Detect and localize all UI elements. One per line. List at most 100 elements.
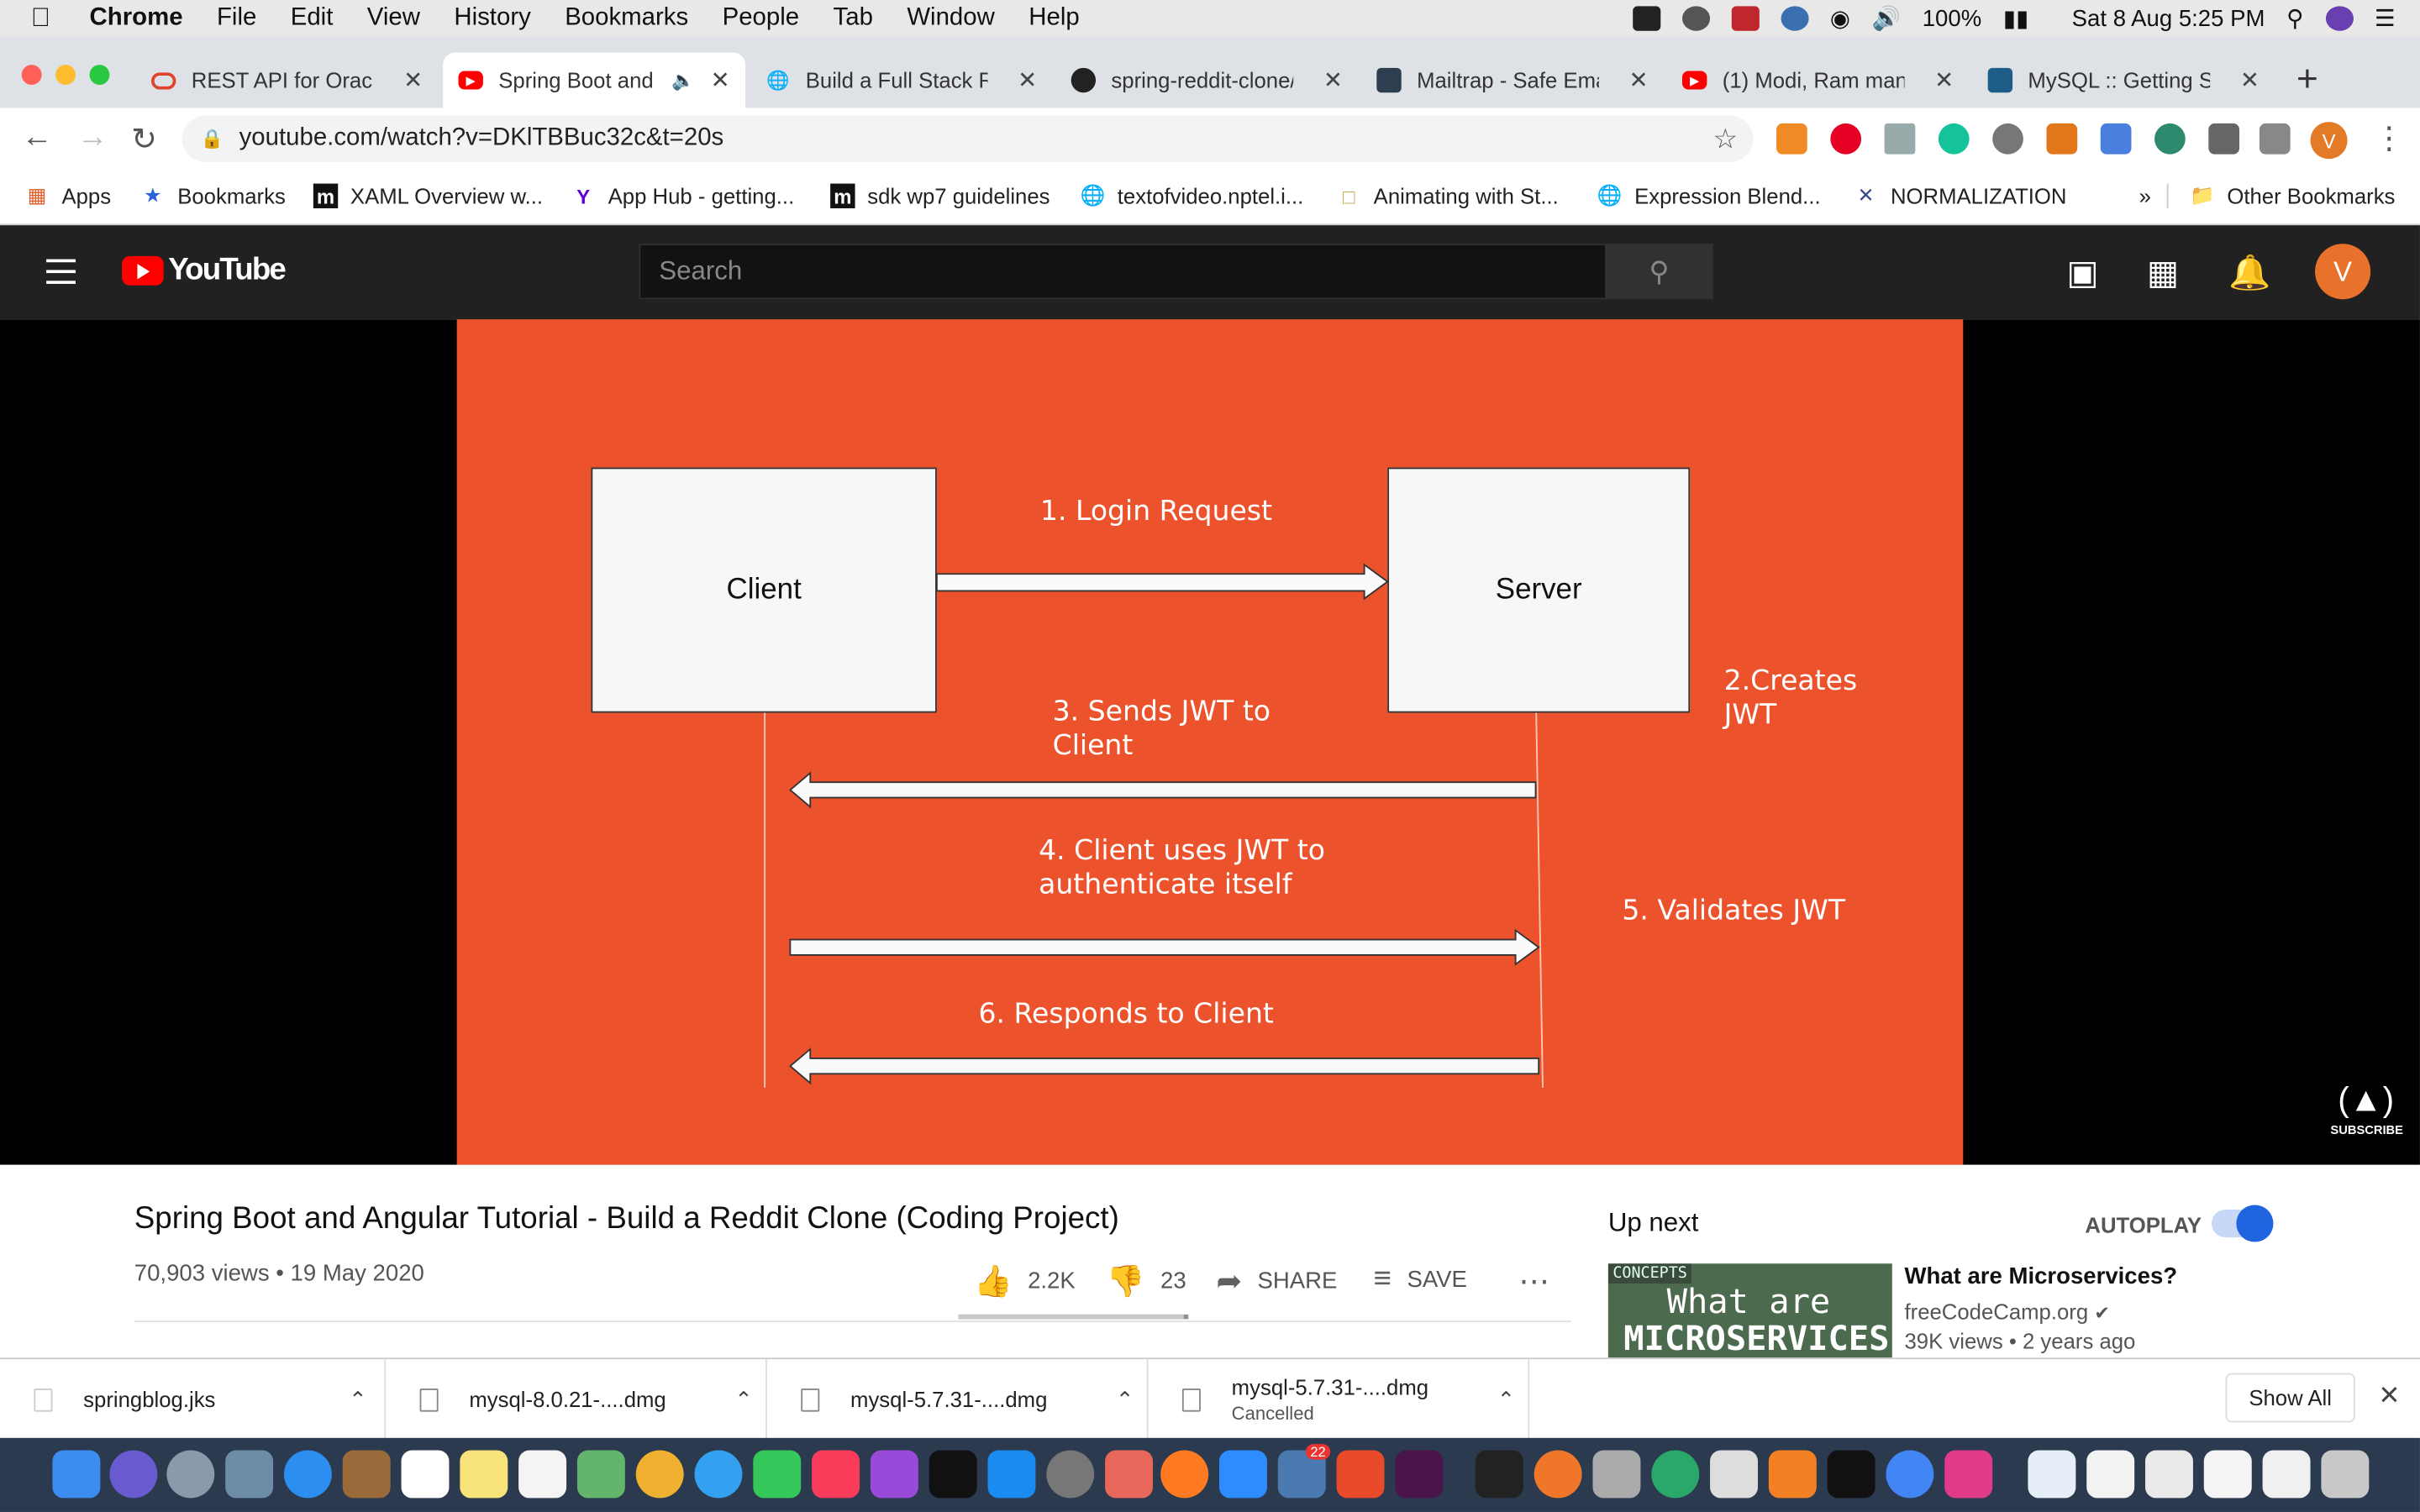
notifications-bell-icon[interactable]: 🔔 (2228, 253, 2270, 293)
document-icon[interactable] (2028, 1450, 2076, 1499)
download-extension-icon[interactable] (1884, 123, 1916, 155)
bookmark-star-icon[interactable]: ☆ (1712, 123, 1738, 155)
apps-grid-icon[interactable]: ▦ (2147, 253, 2179, 293)
globe-extension-icon[interactable] (2154, 123, 2186, 155)
tab-youtube-modi[interactable]: ▶ (1) Modi, Ram mand ✕ (1667, 52, 1970, 108)
menu-history[interactable]: History (454, 5, 530, 33)
tab-build-full-stack[interactable]: 🌐 Build a Full Stack Re ✕ (750, 52, 1053, 108)
app-store-icon[interactable] (987, 1450, 1036, 1499)
preview-icon[interactable] (225, 1450, 274, 1499)
back-button[interactable]: ← (22, 120, 53, 155)
textedit-icon[interactable] (1710, 1450, 1759, 1499)
wifi-icon[interactable]: ◉ (1830, 5, 1850, 32)
menu-help[interactable]: Help (1028, 5, 1079, 33)
dislike-button[interactable]: 👎 23 (1107, 1262, 1186, 1300)
music-icon[interactable] (812, 1450, 860, 1499)
notification-center-icon[interactable]: ☰ (2375, 5, 2396, 32)
chrome-icon[interactable] (1886, 1450, 1934, 1499)
database-icon[interactable] (1592, 1450, 1641, 1499)
downloads-stack-icon[interactable] (2262, 1450, 2311, 1499)
terminal-icon[interactable] (1827, 1450, 1876, 1499)
firefox-icon[interactable] (1160, 1450, 1209, 1499)
like-button[interactable]: 👍 2.2K (974, 1262, 1076, 1300)
tab-rest-api-oracle[interactable]: REST API for Oracle ✕ (136, 52, 439, 108)
download-item[interactable]: mysql-5.7.31-....dmg Cancelled ⌃ (1149, 1359, 1530, 1440)
save-button[interactable]: ≡ SAVE (1374, 1262, 1467, 1297)
clock[interactable]: Sat 8 Aug 5:25 PM (2072, 5, 2265, 31)
tab-github-spring-reddit-clone[interactable]: spring-reddit-clone/ ✕ (1055, 52, 1358, 108)
profile-avatar[interactable]: V (2310, 122, 2348, 160)
chrome-menu-icon[interactable]: ⋮ (2374, 118, 2405, 157)
system-preferences-icon[interactable] (1046, 1450, 1095, 1499)
video-player[interactable]: Client Server 1. Login Request 2.Creates… (0, 319, 2420, 1165)
chevron-up-icon[interactable]: ⌃ (734, 1386, 753, 1412)
photos-icon[interactable] (635, 1450, 684, 1499)
cloud-status-icon[interactable] (1681, 6, 1710, 31)
freecodecamp-subscribe-watermark[interactable]: (▲) SUBSCRIBE (2330, 1080, 2403, 1151)
close-window-button[interactable] (21, 65, 42, 86)
apple-tv-icon[interactable] (929, 1450, 977, 1499)
close-tab-icon[interactable]: ✕ (711, 66, 730, 94)
pinterest-extension-icon[interactable] (1830, 123, 1862, 155)
menu-bookmarks[interactable]: Bookmarks (565, 5, 688, 33)
battery-percent[interactable]: 100% (1923, 5, 1981, 31)
bookmark-xaml-overview[interactable]: m XAML Overview w... (313, 183, 543, 208)
bookmark-sdk-wp7[interactable]: m sdk wp7 guidelines (830, 183, 1050, 208)
bookmark-normalization[interactable]: ✕ NORMALIZATION (1854, 184, 2067, 208)
reading-list-icon[interactable] (2259, 123, 2291, 155)
hamburger-menu-icon[interactable] (46, 259, 76, 292)
download-item[interactable]: springblog.jks ⌃ (0, 1359, 387, 1440)
create-video-icon[interactable]: ▣ (2066, 253, 2098, 293)
show-all-downloads-button[interactable]: Show All (2225, 1373, 2355, 1423)
calendar-icon[interactable] (401, 1450, 450, 1499)
siri-icon[interactable] (2325, 6, 2354, 31)
minimize-window-button[interactable] (55, 65, 76, 86)
menu-edit[interactable]: Edit (291, 5, 334, 33)
close-tab-icon[interactable]: ✕ (1934, 66, 1954, 94)
chevron-up-icon[interactable]: ⌃ (1116, 1386, 1134, 1412)
bookmark-animating[interactable]: □ Animating with St... (1337, 184, 1559, 208)
podcasts-icon[interactable] (870, 1450, 918, 1499)
bookmark-app-hub[interactable]: Y App Hub - getting... (571, 184, 794, 208)
trash-icon[interactable] (2321, 1450, 2370, 1499)
siri-dock-icon[interactable] (109, 1450, 158, 1499)
youtube-logo[interactable]: YouTube (122, 253, 287, 288)
menu-view[interactable]: View (367, 5, 420, 33)
new-tab-button[interactable]: + (2296, 59, 2318, 102)
circle-extension-icon[interactable] (1992, 123, 2023, 155)
maps-icon[interactable] (576, 1450, 625, 1499)
malwarebytes-icon[interactable] (1731, 6, 1760, 31)
metamask-extension-icon[interactable] (2046, 123, 2078, 155)
bookmark-other-bookmarks[interactable]: 📁 Other Bookmarks (2166, 183, 2395, 208)
grammarly-extension-icon[interactable] (1938, 123, 1970, 155)
tab-spring-boot-active[interactable]: ▶ Spring Boot and 🔈 ✕ (443, 52, 746, 108)
menu-people[interactable]: People (723, 5, 800, 33)
sourcetree-icon[interactable] (1651, 1450, 1700, 1499)
more-actions-button[interactable]: ⋯ (1518, 1262, 1565, 1300)
sublime-text-icon[interactable] (1768, 1450, 1817, 1499)
menu-window[interactable]: Window (907, 5, 995, 33)
contacts-icon[interactable] (342, 1450, 391, 1499)
battery-icon[interactable]: ▮▮ (2003, 5, 2028, 32)
notes-icon[interactable] (460, 1450, 508, 1499)
close-tab-icon[interactable]: ✕ (2240, 66, 2260, 94)
bookmarks-overflow-button[interactable]: » (2139, 184, 2151, 208)
menu-app-chrome[interactable]: Chrome (90, 5, 183, 33)
messages-icon[interactable] (694, 1450, 743, 1499)
tab-mysql-getting-started[interactable]: MySQL :: Getting Sta ✕ (1972, 52, 2275, 108)
youtube-account-avatar[interactable]: V (2315, 244, 2371, 300)
spotlight-search-icon[interactable]: ⚲ (2286, 5, 2303, 32)
postman-icon[interactable] (1534, 1450, 1582, 1499)
rss-extension-icon[interactable] (1776, 123, 1807, 155)
reminders-icon[interactable] (518, 1450, 567, 1499)
folder-stack-icon[interactable] (2203, 1450, 2252, 1499)
camera-status-icon[interactable] (1632, 6, 1660, 31)
up-next-thumbnail[interactable]: CONCEPTS What are MICROSERVICES (1607, 1263, 1892, 1358)
address-bar[interactable]: 🔒 youtube.com/watch?v=DKlTBBuc32c&t=20s … (182, 115, 1754, 162)
safari-icon[interactable] (283, 1450, 332, 1499)
up-next-title[interactable]: What are Microservices? (1904, 1263, 2177, 1289)
up-next-channel[interactable]: freeCodeCamp.org ✔ (1904, 1299, 2109, 1324)
cherry-app-icon[interactable] (1336, 1450, 1385, 1499)
close-downloads-shelf-icon[interactable]: ✕ (2378, 1381, 2400, 1412)
screenshot-icon[interactable] (2086, 1450, 2135, 1499)
